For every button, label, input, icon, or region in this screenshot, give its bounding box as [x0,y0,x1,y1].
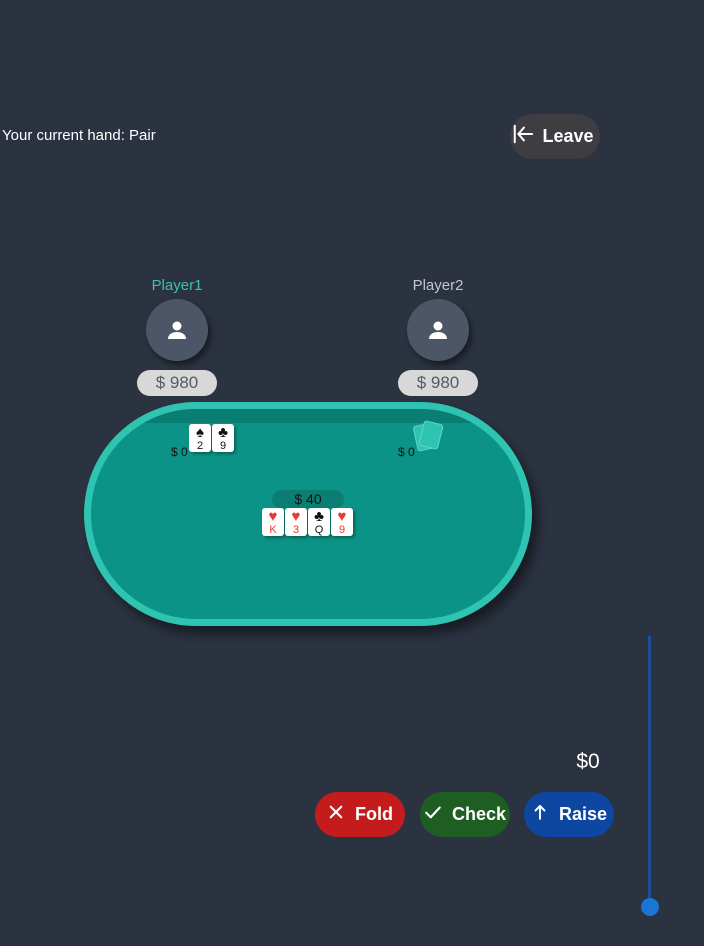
club-icon: ♣ [314,508,324,525]
heart-icon: ♥ [337,508,347,525]
raise-slider-track[interactable] [648,636,651,906]
check-label: Check [451,804,507,824]
checkmark-icon [424,803,442,826]
player-avatar [146,299,208,361]
card-rank: 2 [196,440,204,452]
community-card: ♥ 3 [285,508,307,536]
club-icon: ♣ [218,424,228,441]
player1-hole-card: ♣ 9 [212,424,234,452]
player2-bet: $ 0 [398,445,415,459]
card-rank: 9 [338,524,346,536]
player-stack: $ 980 [137,370,217,396]
card-rank: Q [314,524,324,536]
player-stack: $ 980 [398,370,478,396]
current-hand-label: Your current hand: Pair [2,127,156,144]
pot-amount: $ 40 [272,490,344,508]
raise-button[interactable]: Raise [524,792,614,837]
player-name: Player1 [151,277,203,294]
check-button[interactable]: Check [420,792,510,837]
close-icon [327,803,345,826]
community-card: ♣ Q [308,508,330,536]
person-icon [168,321,186,339]
leave-arrow-icon [512,123,534,150]
leave-label: Leave [542,126,594,146]
card-rank: K [269,524,277,536]
heart-icon: ♥ [268,508,278,525]
player1-hole-card: ♠ 2 [189,424,211,452]
arrow-up-icon [531,803,549,826]
card-rank: 3 [292,524,300,536]
community-card: ♥ K [262,508,284,536]
leave-button[interactable]: Leave [510,114,600,159]
community-card: ♥ 9 [331,508,353,536]
player-avatar [407,299,469,361]
fold-button[interactable]: Fold [315,792,405,837]
raise-slider-thumb[interactable] [641,898,659,916]
card-rank: 9 [219,440,227,452]
raise-amount: $0 [576,750,600,773]
fold-label: Fold [355,804,393,824]
spade-icon: ♠ [196,424,204,441]
heart-icon: ♥ [291,508,301,525]
player-name: Player2 [412,277,464,294]
player-seat-2: Player2 $ 980 [388,277,488,396]
player-seat-1: Player1 $ 980 [127,277,227,396]
person-icon [429,321,447,339]
raise-label: Raise [558,804,608,824]
player1-bet: $ 0 [171,445,188,459]
